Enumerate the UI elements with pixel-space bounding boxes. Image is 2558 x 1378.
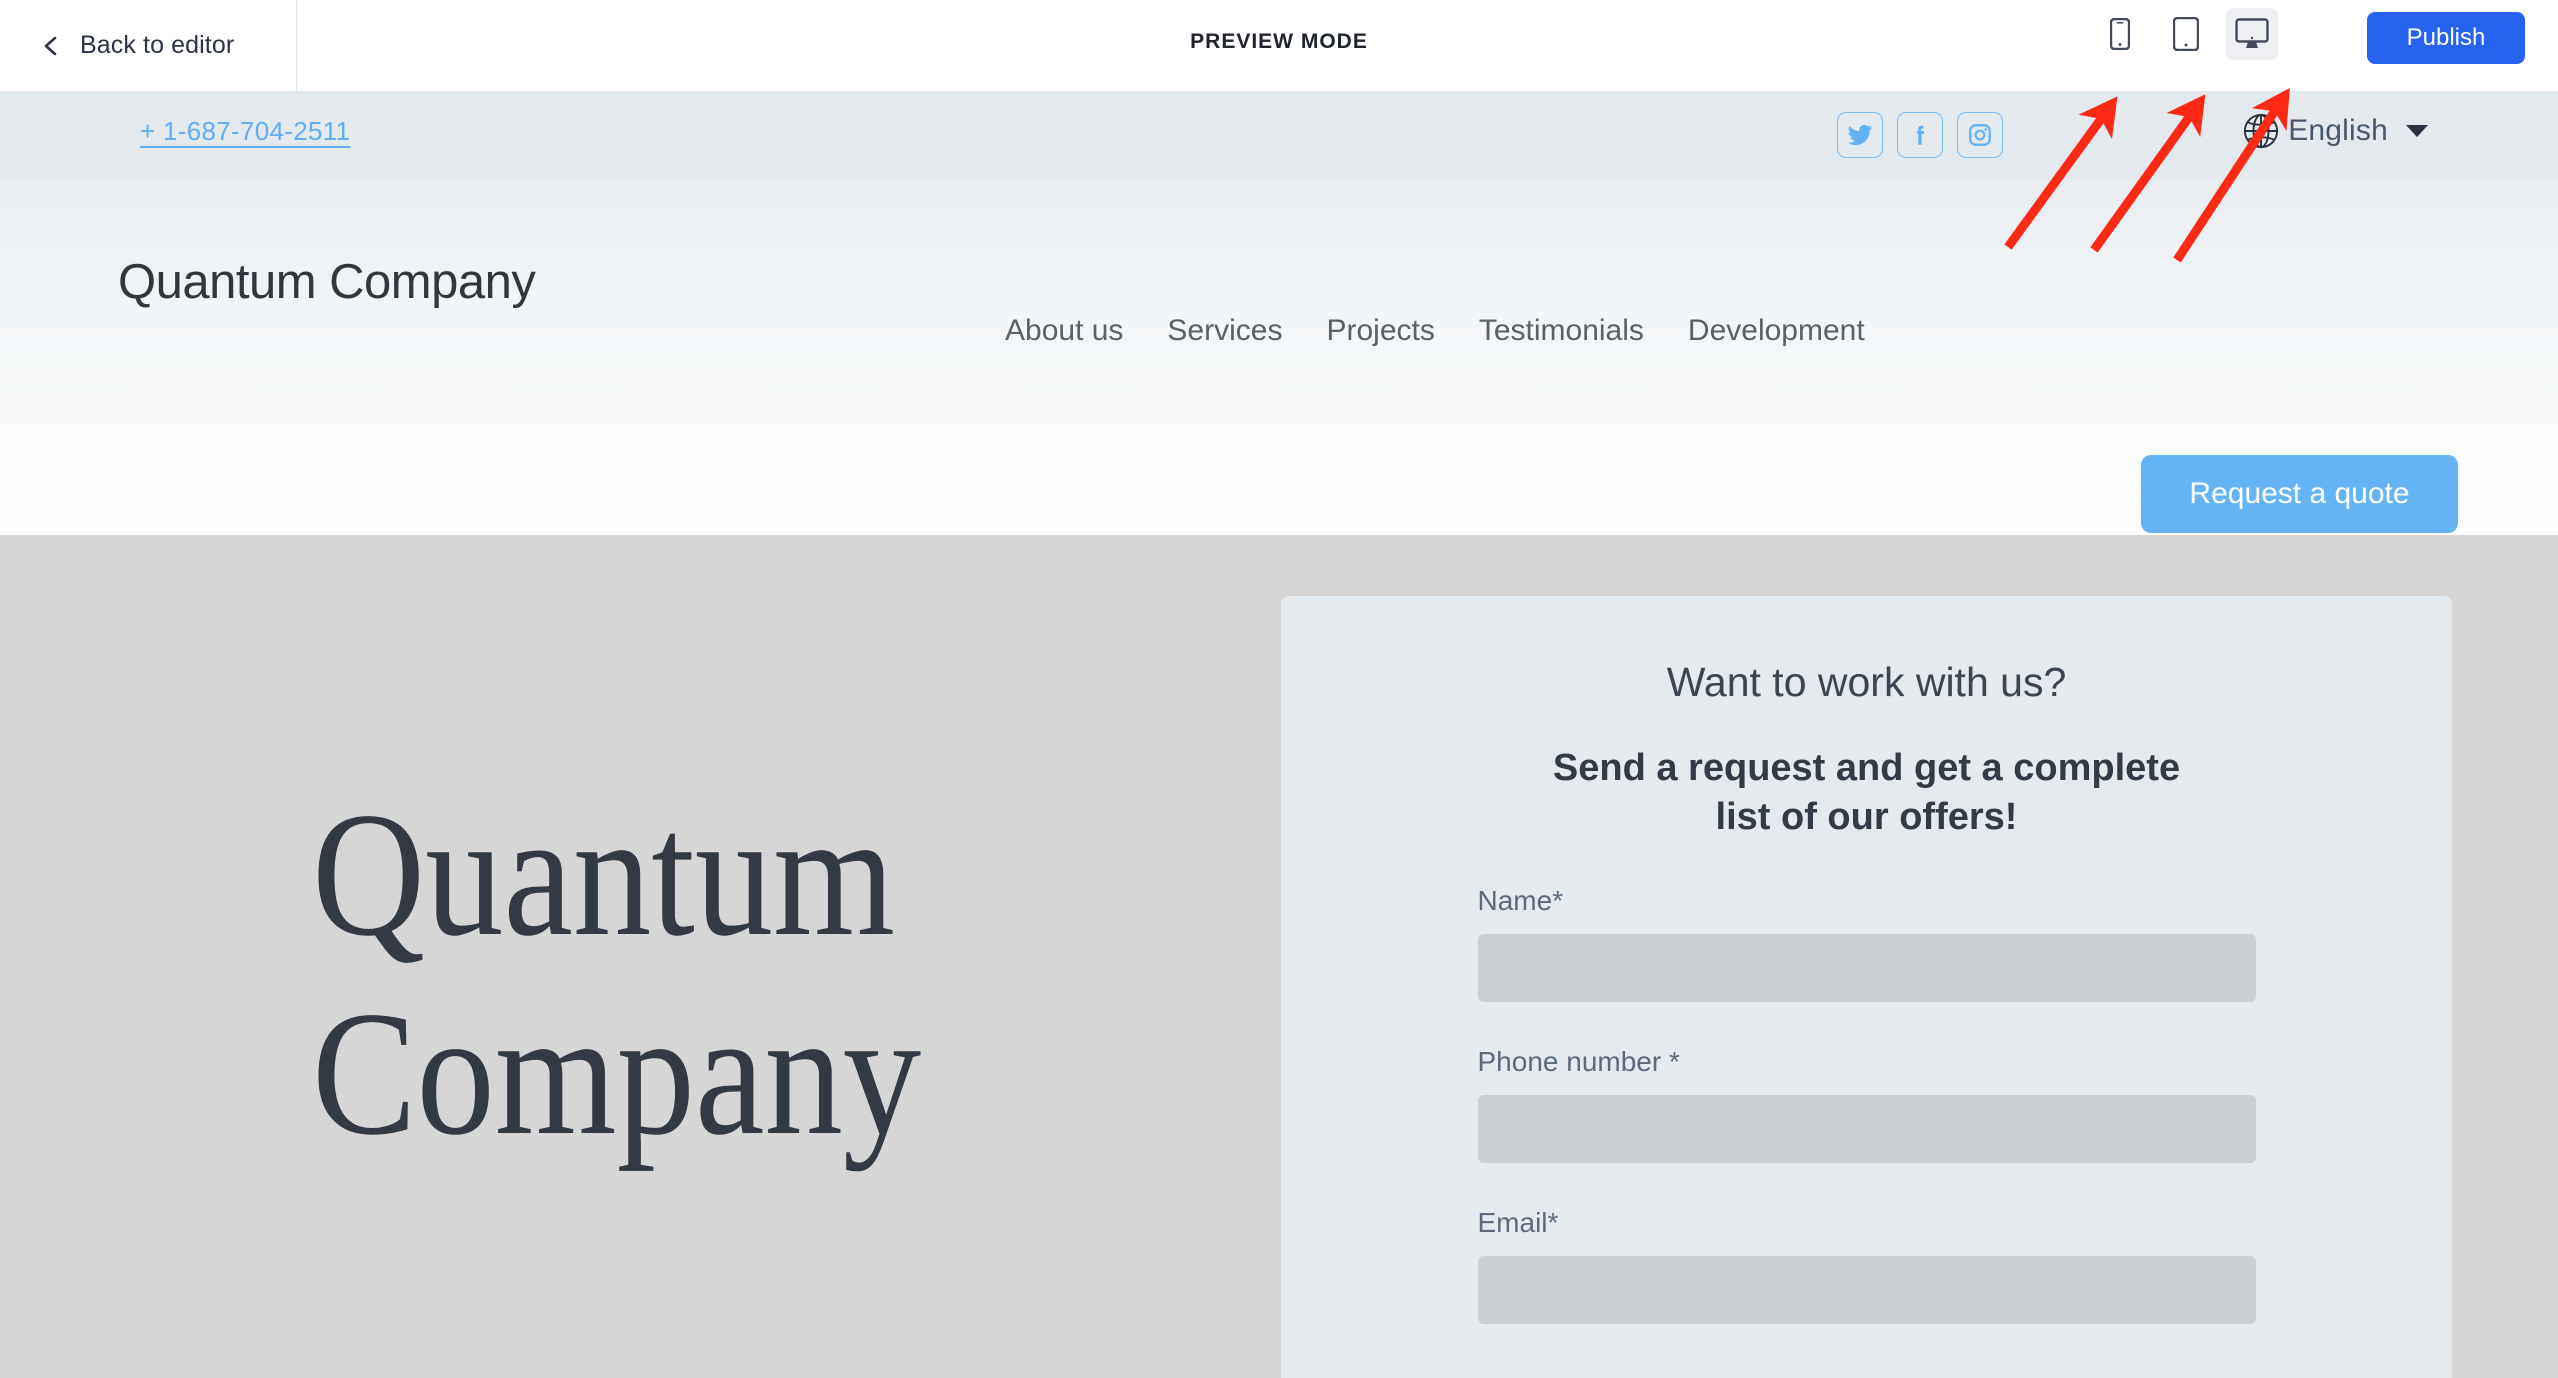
chevron-down-icon (2406, 125, 2428, 137)
device-button-mobile[interactable] (2094, 8, 2146, 60)
device-button-tablet[interactable] (2160, 8, 2212, 60)
nav-item-about-us[interactable]: About us (1005, 314, 1123, 348)
site-preview-viewport: + 1-687-704-2511 English Quantum Company… (0, 92, 2558, 1378)
device-button-desktop[interactable] (2226, 8, 2278, 60)
site-topbar: + 1-687-704-2511 English (0, 92, 2558, 180)
email-input[interactable] (1477, 1256, 2256, 1325)
phone-input[interactable] (1477, 1095, 2256, 1164)
contact-form-subheading: Send a request and get a complete list o… (1552, 747, 2181, 838)
publish-button[interactable]: Publish (2367, 12, 2525, 64)
phone-field-label: Phone number * (1477, 1046, 1680, 1078)
social-link-twitter[interactable] (1837, 112, 1883, 158)
globe-icon (2240, 110, 2282, 152)
hero-title: Quantum Company (312, 775, 922, 1173)
nav-item-testimonials[interactable]: Testimonials (1479, 314, 1644, 348)
social-links (1837, 112, 2003, 158)
site-header: Quantum Company About us Services Projec… (0, 180, 2558, 535)
site-phone-link[interactable]: + 1-687-704-2511 (140, 116, 350, 147)
facebook-icon (1907, 122, 1933, 148)
editor-top-bar: Back to editor PREVIEW MODE Publish (0, 0, 2558, 92)
email-field-label: Email* (1477, 1207, 1559, 1239)
contact-form-card: Want to work with us? Send a request and… (1281, 596, 2452, 1378)
desktop-monitor-icon (2235, 18, 2269, 50)
main-navigation: About us Services Projects Testimonials … (1005, 314, 1865, 348)
nav-item-projects[interactable]: Projects (1326, 314, 1434, 348)
nav-item-services[interactable]: Services (1167, 314, 1282, 348)
instagram-icon (1967, 122, 1993, 148)
form-field-name: Name* (1477, 885, 2256, 1003)
social-link-instagram[interactable] (1957, 112, 2003, 158)
social-link-facebook[interactable] (1897, 112, 1943, 158)
language-label: English (2288, 114, 2388, 147)
form-field-email: Email* (1477, 1207, 2256, 1325)
contact-form-heading: Want to work with us? (1666, 659, 2067, 705)
name-input[interactable] (1477, 934, 2256, 1003)
twitter-icon (1847, 122, 1873, 148)
language-selector[interactable]: English (2240, 110, 2428, 152)
nav-item-development[interactable]: Development (1688, 314, 1865, 348)
tablet-icon (2173, 17, 2199, 51)
form-field-phone: Phone number * (1477, 1046, 2256, 1164)
request-a-quote-button[interactable]: Request a quote (2141, 455, 2458, 533)
mobile-phone-icon (2110, 18, 2130, 50)
name-field-label: Name* (1477, 885, 1564, 917)
device-switcher (2094, 8, 2278, 60)
site-logo[interactable]: Quantum Company (118, 254, 536, 311)
